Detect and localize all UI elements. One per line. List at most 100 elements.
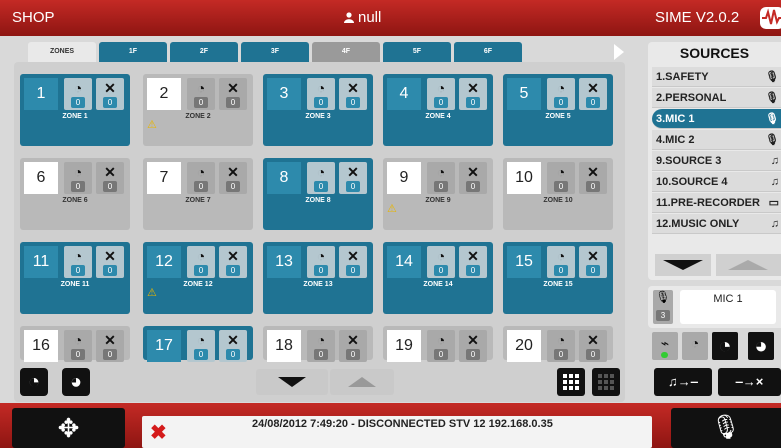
tab-5f[interactable]: 5F bbox=[383, 42, 451, 62]
sources-scroll-down-button[interactable] bbox=[655, 254, 711, 276]
zone-number: 7 bbox=[147, 162, 181, 194]
zone-tile[interactable]: 19 ◔ 0 ✕ 0 bbox=[383, 326, 493, 362]
zone-volume-button[interactable]: ◔ 0 bbox=[187, 78, 215, 110]
zone-volume-button[interactable]: ◔ 0 bbox=[187, 330, 215, 362]
source-item[interactable]: 9.SOURCE 3 ♫ bbox=[652, 151, 781, 171]
zone-tile[interactable]: 18 ◔ 0 ✕ 0 bbox=[263, 326, 373, 362]
zone-volume-button[interactable]: ◔ 0 bbox=[547, 246, 575, 278]
zone-tile[interactable]: 20 ◔ 0 ✕ 0 bbox=[503, 326, 613, 362]
zone-volume-button[interactable]: ◔ 0 bbox=[427, 330, 455, 362]
tab-2f[interactable]: 2F bbox=[170, 42, 238, 62]
tab-6f[interactable]: 6F bbox=[454, 42, 522, 62]
zone-tile[interactable]: 3 ◔ 0 ✕ 0 ZONE 3 bbox=[263, 74, 373, 146]
zone-mute-button[interactable]: ✕ 0 bbox=[219, 246, 247, 278]
zone-tile[interactable]: 2 ◔ 0 ✕ 0 ZONE 2 ⚠ bbox=[143, 74, 253, 146]
sources-scroll-up-button[interactable] bbox=[716, 254, 781, 276]
volume-knob-right-icon[interactable]: ◕ bbox=[62, 368, 90, 396]
source-label: 1.SAFETY bbox=[656, 71, 709, 83]
zone-tile[interactable]: 8 ◔ 0 ✕ 0 ZONE 8 bbox=[263, 158, 373, 230]
tab-3f[interactable]: 3F bbox=[241, 42, 309, 62]
source-item[interactable]: 11.PRE-RECORDER ▭ bbox=[652, 193, 781, 213]
zone-volume-button[interactable]: ◔ 0 bbox=[64, 330, 92, 362]
mic-button[interactable]: 🎙 3 bbox=[653, 290, 673, 324]
volume-knob-icon: ◔ bbox=[196, 248, 206, 264]
knob-small-button[interactable]: ◔ bbox=[682, 332, 708, 360]
close-icon: ✕ bbox=[104, 80, 116, 96]
volume-knob-icon: ◔ bbox=[73, 164, 83, 180]
source-item[interactable]: 10.SOURCE 4 ♫ bbox=[652, 172, 781, 192]
zone-volume-button[interactable]: ◔ 0 bbox=[64, 162, 92, 194]
signal-wave-icon[interactable] bbox=[760, 7, 781, 29]
source-item[interactable]: 4.MIC 2 🎙 bbox=[652, 130, 781, 150]
volume-knob-icon[interactable]: ◔ bbox=[712, 332, 738, 360]
zone-tile[interactable]: 14 ◔ 0 ✕ 0 ZONE 14 bbox=[383, 242, 493, 314]
zone-tile[interactable]: 5 ◔ 0 ✕ 0 ZONE 5 bbox=[503, 74, 613, 146]
zone-tile[interactable]: 1 ◔ 0 ✕ 0 ZONE 1 bbox=[20, 74, 130, 146]
zone-tile[interactable]: 13 ◔ 0 ✕ 0 ZONE 13 bbox=[263, 242, 373, 314]
zone-mute-button[interactable]: ✕ 0 bbox=[339, 330, 367, 362]
zone-volume-button[interactable]: ◔ 0 bbox=[427, 162, 455, 194]
zone-tile[interactable]: 16 ◔ 0 ✕ 0 bbox=[20, 326, 130, 362]
zone-mute-button[interactable]: ✕ 0 bbox=[579, 78, 607, 110]
zone-mute-button[interactable]: ✕ 0 bbox=[459, 78, 487, 110]
zone-mute-button[interactable]: ✕ 0 bbox=[96, 78, 124, 110]
zone-tile[interactable]: 4 ◔ 0 ✕ 0 ZONE 4 bbox=[383, 74, 493, 146]
zone-volume-button[interactable]: ◔ 0 bbox=[547, 162, 575, 194]
microphone-button[interactable]: 🎙 bbox=[671, 408, 781, 448]
talk-button[interactable]: ⌁ bbox=[652, 332, 678, 360]
grid-view-icon[interactable] bbox=[557, 368, 585, 396]
zone-volume-button[interactable]: ◔ 0 bbox=[307, 330, 335, 362]
route-music-button[interactable]: ♫→‒ bbox=[654, 368, 712, 396]
tab-1f[interactable]: 1F bbox=[99, 42, 167, 62]
zone-tile[interactable]: 6 ◔ 0 ✕ 0 ZONE 6 bbox=[20, 158, 130, 230]
zone-tile[interactable]: 15 ◔ 0 ✕ 0 ZONE 15 bbox=[503, 242, 613, 314]
zone-volume-button[interactable]: ◔ 0 bbox=[307, 162, 335, 194]
zone-mute-button[interactable]: ✕ 0 bbox=[339, 162, 367, 194]
zone-mute-button[interactable]: ✕ 0 bbox=[96, 330, 124, 362]
zone-tile[interactable]: 12 ◔ 0 ✕ 0 ZONE 12 ⚠ bbox=[143, 242, 253, 314]
tab-4f[interactable]: 4F bbox=[312, 42, 380, 62]
zone-mute-button[interactable]: ✕ 0 bbox=[459, 246, 487, 278]
zone-volume-button[interactable]: ◔ 0 bbox=[187, 162, 215, 194]
zone-volume-button[interactable]: ◔ 0 bbox=[547, 330, 575, 362]
zone-volume-button[interactable]: ◔ 0 bbox=[64, 246, 92, 278]
source-item[interactable]: 3.MIC 1 🎙 bbox=[652, 109, 781, 129]
zone-tile[interactable]: 11 ◔ 0 ✕ 0 ZONE 11 bbox=[20, 242, 130, 314]
home-button[interactable]: ✥ bbox=[12, 408, 125, 448]
zone-mute-button[interactable]: ✕ 0 bbox=[579, 162, 607, 194]
zone-mute-button[interactable]: ✕ 0 bbox=[339, 246, 367, 278]
page-down-button[interactable] bbox=[256, 369, 328, 395]
zone-mute-button[interactable]: ✕ 0 bbox=[219, 78, 247, 110]
route-clear-button[interactable]: ‒→× bbox=[718, 368, 781, 396]
zone-number: 15 bbox=[507, 246, 541, 278]
zone-mute-button[interactable]: ✕ 0 bbox=[96, 162, 124, 194]
zone-mute-button[interactable]: ✕ 0 bbox=[339, 78, 367, 110]
source-item[interactable]: 2.PERSONAL 🎙 bbox=[652, 88, 781, 108]
zone-mute-button[interactable]: ✕ 0 bbox=[219, 162, 247, 194]
zone-mute-button[interactable]: ✕ 0 bbox=[579, 246, 607, 278]
zone-mute-button[interactable]: ✕ 0 bbox=[459, 330, 487, 362]
zone-mute-button[interactable]: ✕ 0 bbox=[459, 162, 487, 194]
zone-volume-button[interactable]: ◔ 0 bbox=[187, 246, 215, 278]
volume-knob-left-icon[interactable]: ◔ bbox=[20, 368, 48, 396]
source-item[interactable]: 1.SAFETY 🎙 bbox=[652, 67, 781, 87]
zone-volume-button[interactable]: ◔ 0 bbox=[307, 78, 335, 110]
zone-volume-button[interactable]: ◔ 0 bbox=[427, 246, 455, 278]
zone-volume-button[interactable]: ◔ 0 bbox=[427, 78, 455, 110]
zone-volume-button[interactable]: ◔ 0 bbox=[64, 78, 92, 110]
zone-mute-button[interactable]: ✕ 0 bbox=[219, 330, 247, 362]
zone-tile[interactable]: 17 ◔ 0 ✕ 0 bbox=[143, 326, 253, 362]
volume-knob-alt-icon[interactable]: ◕ bbox=[748, 332, 774, 360]
tab-zones[interactable]: ZONES bbox=[28, 42, 96, 62]
page-up-button[interactable] bbox=[330, 369, 394, 395]
zone-mute-button[interactable]: ✕ 0 bbox=[96, 246, 124, 278]
zone-tile[interactable]: 7 ◔ 0 ✕ 0 ZONE 7 bbox=[143, 158, 253, 230]
zone-volume-button[interactable]: ◔ 0 bbox=[307, 246, 335, 278]
zone-tile[interactable]: 9 ◔ 0 ✕ 0 ZONE 9 ⚠ bbox=[383, 158, 493, 230]
zone-volume-button[interactable]: ◔ 0 bbox=[547, 78, 575, 110]
tabs-next-arrow-icon[interactable] bbox=[614, 44, 624, 60]
list-view-icon[interactable] bbox=[592, 368, 620, 396]
source-item[interactable]: 12.MUSIC ONLY ♫ bbox=[652, 214, 781, 234]
zone-mute-button[interactable]: ✕ 0 bbox=[579, 330, 607, 362]
zone-tile[interactable]: 10 ◔ 0 ✕ 0 ZONE 10 bbox=[503, 158, 613, 230]
